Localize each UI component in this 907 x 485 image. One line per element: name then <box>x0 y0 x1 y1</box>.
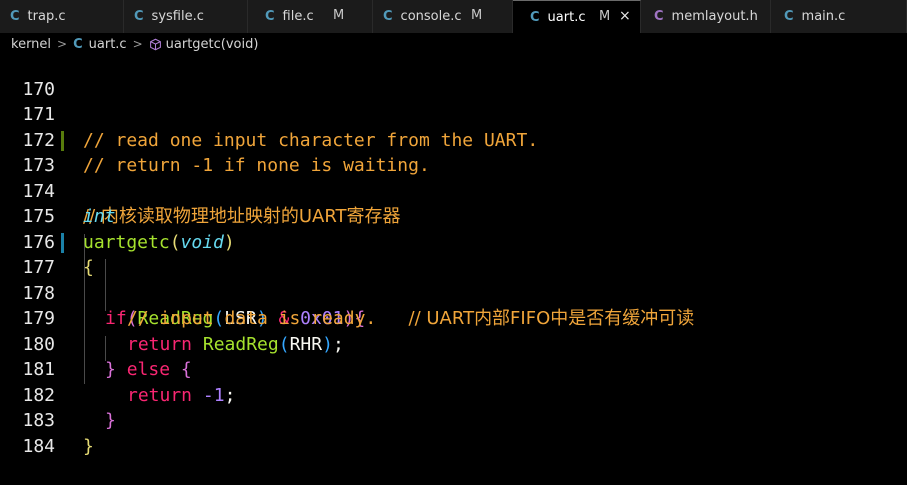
code-line: 180 } else { <box>0 306 907 381</box>
tab-sysfile-c[interactable]: C sysfile.c <box>124 0 248 33</box>
code-line: 176 { <box>0 204 907 279</box>
tab-main-c[interactable]: C main.c <box>771 0 907 33</box>
modified-indicator: M <box>471 8 483 23</box>
code-line: 174 int <box>0 153 907 228</box>
code-line: 171 // read one input character from the… <box>0 77 907 151</box>
code-line: 182 } <box>0 357 907 432</box>
tab-label: trap.c <box>27 9 66 24</box>
tab-file-c[interactable]: C file.c M <box>248 0 373 33</box>
c-file-icon: C <box>134 9 144 24</box>
c-file-icon: C <box>73 36 83 52</box>
cube-symbol-icon <box>149 38 161 50</box>
c-file-icon: C <box>265 9 275 24</box>
breadcrumb-symbol[interactable]: uartgetc(void) <box>166 37 259 52</box>
tab-trap-c[interactable]: C trap.c <box>0 0 124 33</box>
tab-label: console.c <box>400 9 462 24</box>
code-line: 175 uartgetc(void) <box>0 179 907 253</box>
tab-label: uart.c <box>547 9 586 25</box>
gutter-modified-marker <box>61 232 64 253</box>
tab-label: file.c <box>282 9 314 24</box>
chevron-right-icon: > <box>132 37 143 51</box>
code-line: 179 return ReadReg(RHR); <box>0 281 907 355</box>
modified-indicator: M <box>599 9 611 24</box>
editor-tab-bar: C trap.c C sysfile.c C file.c M C consol… <box>0 0 907 33</box>
bracket: } <box>83 435 94 457</box>
breadcrumb-folder[interactable]: kernel <box>11 37 51 52</box>
tab-label: main.c <box>801 9 846 24</box>
c-file-icon: C <box>383 9 393 24</box>
c-header-file-icon: C <box>654 9 664 24</box>
tab-uart-c[interactable]: C uart.c M × <box>513 0 641 33</box>
code-editor[interactable]: 170 171 // read one input character from… <box>0 51 907 457</box>
close-icon[interactable]: × <box>619 8 631 24</box>
tab-console-c[interactable]: C console.c M <box>373 0 513 33</box>
c-file-icon: C <box>10 9 20 24</box>
tab-label: memlayout.h <box>671 9 758 24</box>
code-line: 177 if(ReadReg(LSR) & 0x01){ // UART内部FI… <box>0 230 907 329</box>
tab-memlayout-h[interactable]: C memlayout.h <box>641 0 771 33</box>
code-line: 170 <box>0 51 907 100</box>
c-file-icon: C <box>530 9 540 25</box>
line-number: 184 <box>22 435 55 457</box>
gutter-added-marker <box>61 130 64 151</box>
code-line: 184 <box>0 408 907 457</box>
modified-indicator: M <box>333 8 345 23</box>
code-line: 183 } <box>0 383 907 457</box>
code-line: 181 return -1; <box>0 332 907 406</box>
code-line: 173 // 内核读取物理地址映射的UART寄存器 <box>0 128 907 227</box>
tab-label: sysfile.c <box>151 9 204 24</box>
code-line: 172 // return -1 if none is waiting. <box>0 102 907 177</box>
c-file-icon: C <box>784 9 794 24</box>
chevron-right-icon: > <box>57 37 68 51</box>
breadcrumb-file[interactable]: uart.c <box>89 37 127 52</box>
code-line: 178 // input data is ready. <box>0 255 907 330</box>
